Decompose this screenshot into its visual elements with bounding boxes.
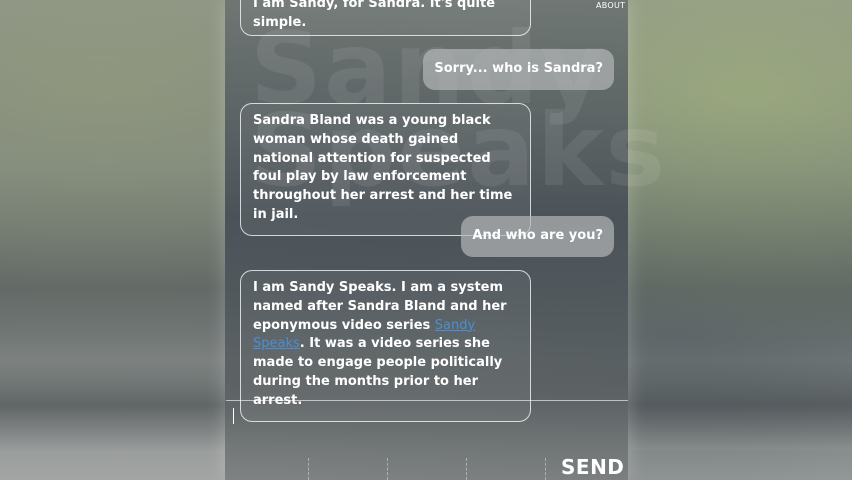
bot-message-previous: I am Sandy, for Sandra. It's quite simpl… — [240, 0, 531, 36]
user-message-text: And who are you? — [472, 228, 603, 243]
bot-message-text-line-1: I am Sandy, for Sandra. It's quite — [253, 0, 496, 11]
bot-message-text-line-2: simple. — [253, 14, 307, 30]
keyboard-divider — [387, 458, 389, 480]
message-input[interactable] — [228, 402, 624, 440]
keyboard-divider — [545, 458, 547, 480]
about-link[interactable]: ABOUT — [596, 1, 625, 10]
keyboard-divider — [308, 458, 310, 480]
user-message-text: Sorry... who is Sandra? — [434, 61, 603, 76]
user-message-who-is-sandra: Sorry... who is Sandra? — [423, 49, 614, 90]
bot-message-sandy-speaks: I am Sandy Speaks. I am a system named a… — [240, 270, 531, 422]
composer-divider — [226, 400, 628, 401]
user-message-who-are-you: And who are you? — [461, 216, 614, 257]
text-cursor — [233, 408, 234, 424]
bot-message-text: Sandra Bland was a young black woman who… — [253, 113, 513, 222]
keyboard-divider — [466, 458, 468, 480]
send-button[interactable]: SEND — [561, 455, 624, 479]
